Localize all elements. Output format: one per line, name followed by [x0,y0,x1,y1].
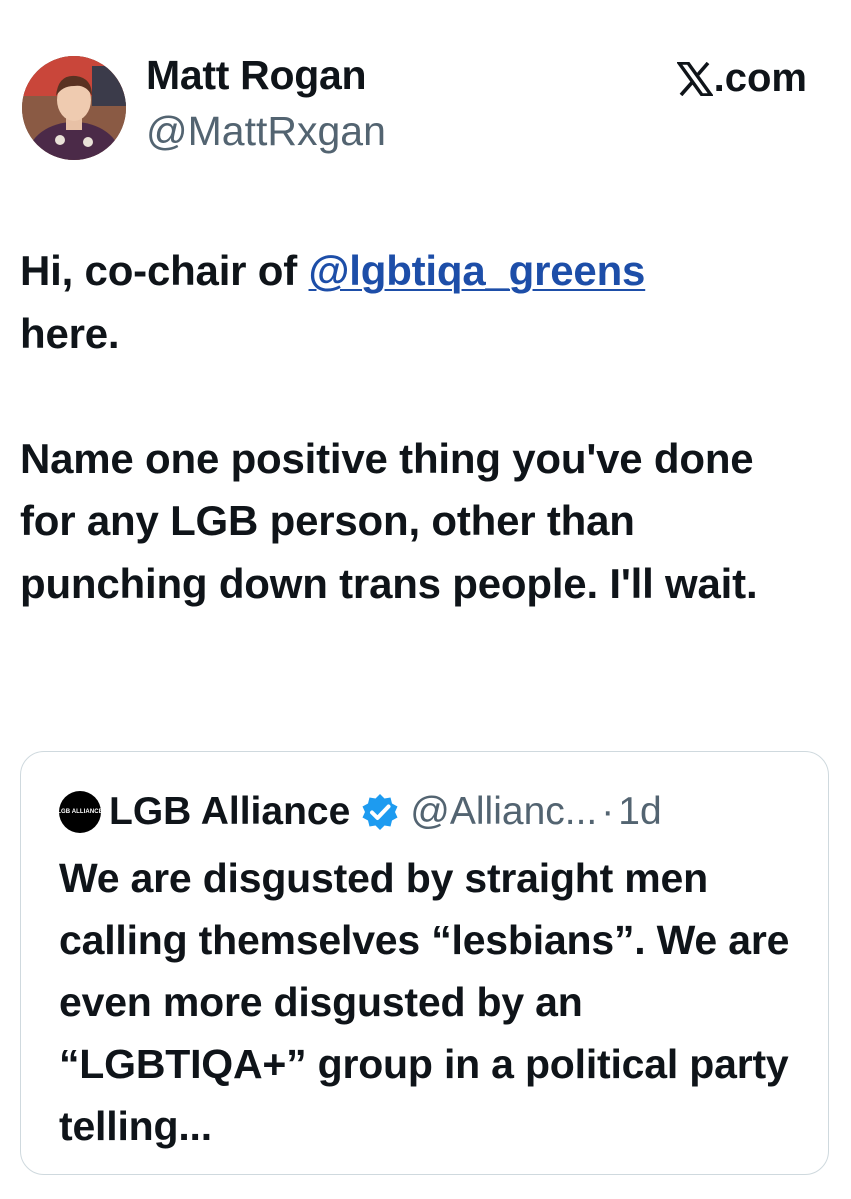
quoted-author-name[interactable]: LGB Alliance [109,790,350,834]
quoted-author-avatar[interactable]: LGB ALLIANCE [57,791,103,833]
brand-domain: .com [713,56,807,100]
author-avatar[interactable] [22,56,126,160]
quoted-author-handle[interactable]: @Allianc... [410,790,597,834]
post-paragraph-1: Hi, co-chair of @lgbtiqa_greens here. [20,240,820,365]
post-paragraph-2: Name one positive thing you've done for … [20,434,758,607]
quoted-post-text: We are disgusted by straight men calling… [59,855,790,1149]
author-name[interactable]: Matt Rogan [146,52,367,99]
post-text-suffix: here. [20,309,120,357]
quoted-post-card[interactable]: LGB ALLIANCE LGB Alliance @Allianc... · … [20,751,829,1175]
brand-label: .com [676,56,807,101]
post-text-prefix: Hi, co-chair of [20,247,309,294]
post-text: Hi, co-chair of @lgbtiqa_greens here. Nam… [20,240,820,615]
x-logo-icon [676,61,713,96]
author-handle[interactable]: @MattRxgan [146,108,386,155]
quoted-timestamp[interactable]: 1d [618,790,661,834]
separator-dot: · [601,790,615,833]
mention-link[interactable]: @lgbtiqa_greens [309,247,646,294]
verified-badge-icon [362,794,398,830]
quoted-avatar-logo-text: LGB ALLIANCE [57,809,103,815]
quoted-post-header: LGB ALLIANCE LGB Alliance @Allianc... · … [57,790,662,834]
